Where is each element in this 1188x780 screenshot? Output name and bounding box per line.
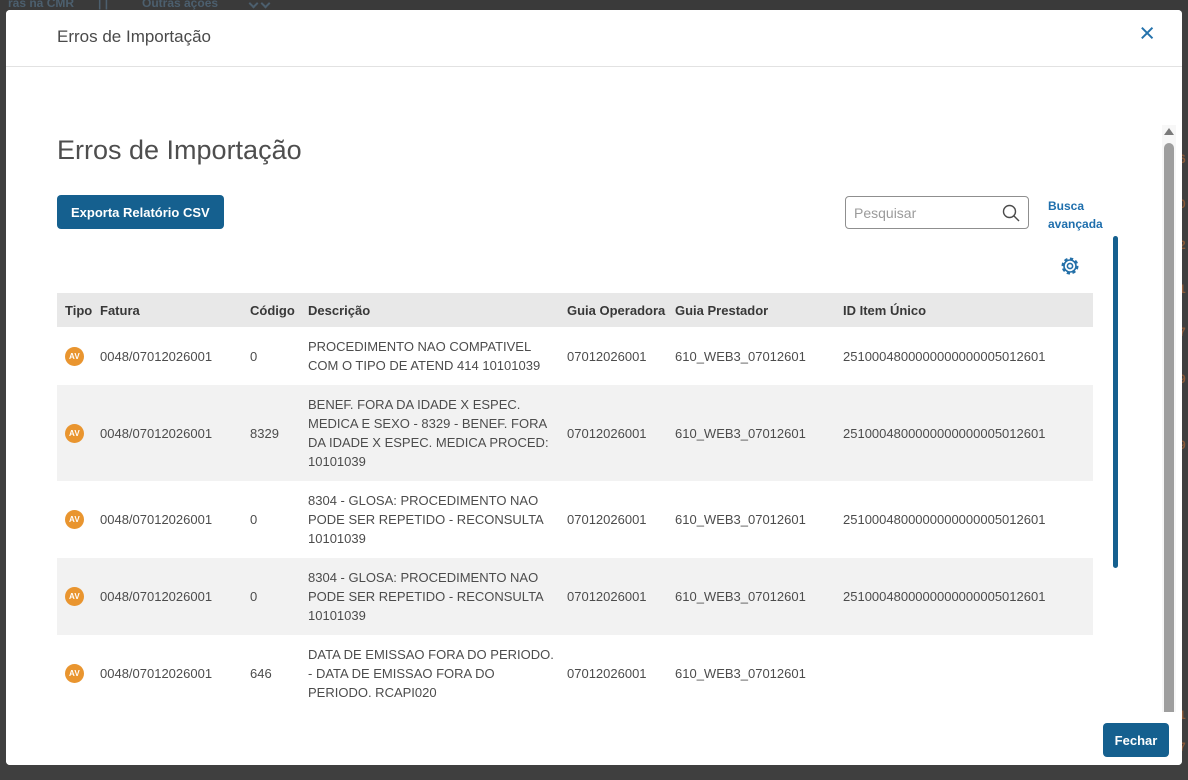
advanced-search-line1: Busca [1048,199,1085,213]
cell-guia-prestador: 610_WEB3_07012601 [675,589,806,604]
cell-id-item-unico: 2510004800000000000005012601 [843,589,1046,604]
cell-fatura: 0048/07012026001 [100,666,213,681]
table-row[interactable]: AV 0048/07012026001 0 PROCEDIMENTO NAO COMP… [57,327,1093,385]
background-toolbar-text: Outras ações [142,0,219,10]
export-csv-button[interactable]: Exporta Relatório CSV [57,195,224,229]
cell-tipo: AV [57,664,100,683]
descricao-line: 10101039 [308,454,366,469]
descricao-line: PERIODO. RCAPI020 [308,685,437,700]
column-header-descricao: Descrição [308,302,371,318]
table-row[interactable]: AV 0048/07012026001 0 8304 - GLOSA: PROCEDI… [57,481,1093,558]
import-errors-table: Tipo Fatura Código Descrição Guia Operad… [57,293,1093,712]
column-header-fatura: Fatura [100,302,140,318]
scrollbar[interactable] [1162,125,1176,712]
column-header-guia-operadora: Guia Operadora [567,302,666,318]
scrollbar-thumb[interactable] [1164,143,1174,712]
close-modal-button[interactable]: Fechar [1103,723,1169,757]
cell-guia-prestador: 610_WEB3_07012601 [675,348,806,364]
descricao-line: BENEF. FORA DA IDADE X ESPEC. [308,397,521,412]
descricao-line: 8304 - GLOSA: PROCEDIMENTO NAO [308,493,539,508]
descricao-line: PROCEDIMENTO NAO COMPATIVEL [308,339,532,354]
cell-id-item-unico: 2510004800000000000005012601 [843,348,1046,364]
cell-codigo: 0 [250,512,258,527]
modal-body: Erros de Importação Exporta Relatório CS… [6,67,1182,712]
cell-tipo: AV [57,587,100,606]
background-toolbar-text: ras na CMR [8,0,75,10]
search-box [845,196,1029,229]
cell-guia-prestador: 610_WEB3_07012601 [675,666,806,681]
descricao-line: DA IDADE X ESPEC. MEDICA PROCED: [308,435,549,450]
table-header-row: Tipo Fatura Código Descrição Guia Operad… [57,293,1093,327]
tipo-av-badge: AV [65,587,84,606]
cell-guia-operadora: 07012026001 [567,512,647,527]
gear-icon[interactable] [1059,255,1081,277]
cell-codigo: 0 [250,348,258,364]
tipo-av-badge: AV [65,423,84,443]
search-input[interactable] [854,197,994,228]
column-header-guia-prestador: Guia Prestador [675,302,769,318]
descricao-line: DATA DE EMISSAO FORA DO PERIODO. [308,647,554,662]
cell-guia-prestador: 610_WEB3_07012601 [675,512,806,527]
advanced-search-link[interactable]: Busca avançada [1048,197,1103,233]
descricao-line: PODE SER REPETIDO - RECONSULTA [308,512,544,527]
cell-guia-prestador: 610_WEB3_07012601 [675,425,806,441]
advanced-search-line2: avançada [1048,217,1103,231]
descricao-line: PODE SER REPETIDO - RECONSULTA [308,589,544,604]
cell-guia-operadora: 07012026001 [567,589,647,604]
cell-guia-operadora: 07012026001 [567,425,647,441]
tipo-av-badge: AV [65,510,84,529]
table-row[interactable]: AV 0048/07012026001 8329 BENEF. FORA DA IDA… [57,385,1093,481]
cell-descricao: 8304 - GLOSA: PROCEDIMENTO NAO PODE SER R… [308,558,567,635]
cell-guia-operadora: 07012026001 [567,348,647,364]
table-row[interactable]: AV 0048/07012026001 646 DATA DE EMISSAO FOR… [57,635,1093,712]
table-row[interactable]: AV 0048/07012026001 0 8304 - GLOSA: PROCEDI… [57,558,1093,635]
tipo-av-badge: AV [65,346,84,366]
cell-id-item-unico: 2510004800000000000005012601 [843,512,1046,527]
close-icon[interactable]: × [1139,17,1155,49]
modal-footer: Fechar [6,712,1182,765]
cell-codigo: 8329 [250,425,279,441]
chevron-down-icon [248,0,259,9]
column-header-codigo: Código [250,302,295,318]
chevron-down-icon [260,0,271,9]
descricao-line: MEDICA E SEXO - 8329 - BENEF. FORA [308,416,548,431]
cell-descricao: 8304 - GLOSA: PROCEDIMENTO NAO PODE SER R… [308,481,567,558]
modal-title: Erros de Importação [57,27,212,46]
tipo-av-badge: AV [65,664,84,683]
descricao-line: 10101039 [308,608,366,623]
cell-codigo: 646 [250,666,272,681]
column-header-tipo: Tipo [65,302,93,318]
background-page-edge: 602179917 [1179,0,1188,780]
background-toolbar-divider: | | [98,0,109,10]
descricao-line: COM O TIPO DE ATEND 414 10101039 [308,358,541,373]
scrollbar-up-arrow-icon[interactable] [1164,128,1174,135]
modal-scrollbar-thumb[interactable] [1113,236,1118,568]
cell-fatura: 0048/07012026001 [100,512,213,527]
import-errors-modal: Erros de Importação × Erros de Importaçã… [6,10,1182,765]
cell-codigo: 0 [250,589,258,604]
background-page-toolbar: ras na CMR | | Outras ações [0,0,1188,10]
cell-tipo: AV [57,423,100,443]
cell-descricao: DATA DE EMISSAO FORA DO PERIODO. - DATA D… [308,635,567,712]
cell-fatura: 0048/07012026001 [100,348,213,364]
cell-descricao: PROCEDIMENTO NAO COMPATIVEL COM O TIPO DE… [308,327,567,385]
cell-id-item-unico: 2510004800000000000005012601 [843,425,1046,441]
modal-header: Erros de Importação × [6,10,1182,67]
search-icon[interactable] [1000,202,1022,229]
cell-fatura: 0048/07012026001 [100,425,213,441]
cell-guia-operadora: 07012026001 [567,666,647,681]
column-header-id-item-unico: ID Item Único [843,302,927,318]
cell-tipo: AV [57,346,100,366]
descricao-line: 8304 - GLOSA: PROCEDIMENTO NAO [308,570,539,585]
page-title: Erros de Importação [57,135,302,165]
cell-tipo: AV [57,510,100,529]
cell-fatura: 0048/07012026001 [100,589,213,604]
descricao-line: - DATA DE EMISSAO FORA DO [308,666,495,681]
cell-descricao: BENEF. FORA DA IDADE X ESPEC. MEDICA E SE… [308,385,567,481]
descricao-line: 10101039 [308,531,366,546]
